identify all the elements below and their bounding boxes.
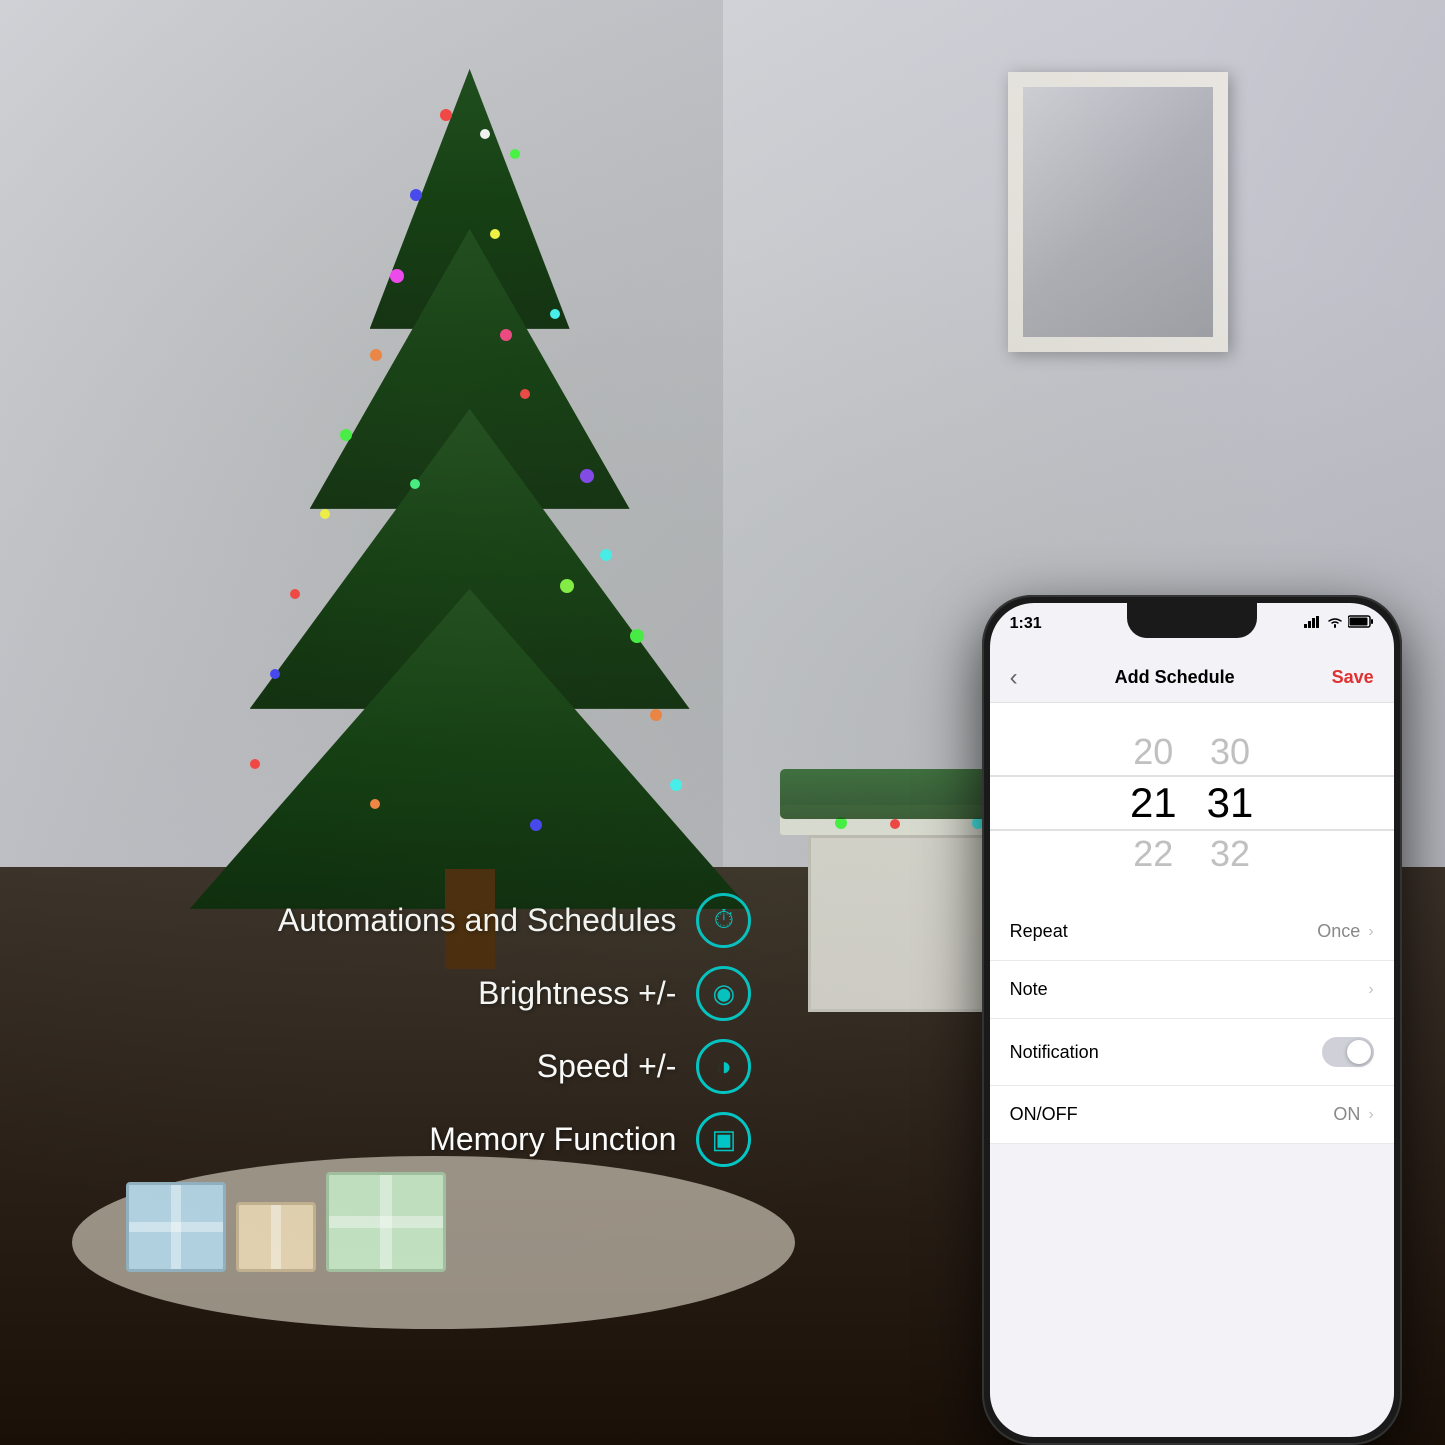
note-chevron: › bbox=[1368, 981, 1373, 999]
note-row[interactable]: Note › bbox=[990, 961, 1394, 1019]
notification-value-group bbox=[1322, 1037, 1374, 1067]
hour-column[interactable]: 20 21 22 bbox=[1130, 734, 1177, 872]
feature-speed-label: Speed +/- bbox=[537, 1048, 677, 1085]
tree-light bbox=[480, 129, 490, 139]
tree-light bbox=[250, 759, 260, 769]
tree-light bbox=[600, 549, 612, 561]
feature-brightness: Brightness +/- ◉ bbox=[173, 966, 751, 1021]
status-icons bbox=[1304, 615, 1374, 628]
gift-box-3 bbox=[326, 1172, 446, 1272]
note-value-group: › bbox=[1368, 981, 1373, 999]
signal-icon bbox=[1304, 616, 1322, 628]
time-picker[interactable]: 20 21 22 30 31 32 bbox=[990, 703, 1394, 903]
onoff-label: ON/OFF bbox=[1010, 1104, 1078, 1125]
wifi-icon bbox=[1327, 616, 1343, 628]
note-label: Note bbox=[1010, 979, 1048, 1000]
minute-30: 30 bbox=[1210, 734, 1250, 770]
hour-21: 21 bbox=[1130, 782, 1177, 824]
feature-automations: Automations and Schedules ⏱ bbox=[173, 893, 751, 948]
minute-31: 31 bbox=[1207, 782, 1254, 824]
battery-icon bbox=[1348, 615, 1374, 628]
gift-box-2 bbox=[236, 1202, 316, 1272]
feature-automations-icon: ⏱ bbox=[696, 893, 751, 948]
save-button[interactable]: Save bbox=[1332, 667, 1374, 688]
feature-brightness-icon: ◉ bbox=[696, 966, 751, 1021]
tree-light bbox=[490, 229, 500, 239]
back-button[interactable]: ‹ bbox=[1010, 664, 1018, 692]
onoff-chevron: › bbox=[1368, 1106, 1373, 1124]
minute-32: 32 bbox=[1210, 836, 1250, 872]
tree-light bbox=[670, 779, 682, 791]
feature-speed: Speed +/- ◑ bbox=[173, 1039, 751, 1094]
feature-automations-label: Automations and Schedules bbox=[278, 902, 676, 939]
tree-light bbox=[440, 109, 452, 121]
tree-light bbox=[410, 479, 420, 489]
feature-memory-icon: ▣ bbox=[696, 1112, 751, 1167]
tree-light bbox=[500, 329, 512, 341]
phone-notch bbox=[1127, 603, 1257, 638]
feature-speed-icon: ◑ bbox=[696, 1039, 751, 1094]
repeat-chevron: › bbox=[1368, 923, 1373, 941]
picture-frame bbox=[1008, 72, 1228, 352]
repeat-value-group: Once › bbox=[1317, 921, 1373, 942]
hour-22: 22 bbox=[1133, 836, 1173, 872]
onoff-value-group: ON › bbox=[1333, 1104, 1373, 1125]
minute-column[interactable]: 30 31 32 bbox=[1207, 734, 1254, 872]
tree-light bbox=[390, 269, 404, 283]
notification-toggle[interactable] bbox=[1322, 1037, 1374, 1067]
tree-light bbox=[370, 799, 380, 809]
tree-light bbox=[630, 629, 644, 643]
tree-light bbox=[550, 309, 560, 319]
phone-body: 1:31 bbox=[982, 595, 1402, 1445]
status-time: 1:31 bbox=[1010, 615, 1042, 633]
toggle-knob bbox=[1347, 1040, 1371, 1064]
settings-section: Repeat Once › Note › Notification bbox=[990, 903, 1394, 1144]
repeat-value: Once bbox=[1317, 921, 1360, 942]
picture-inner bbox=[1023, 87, 1213, 337]
tree-light bbox=[290, 589, 300, 599]
tree-light bbox=[650, 709, 662, 721]
feature-memory: Memory Function ▣ bbox=[173, 1112, 751, 1167]
tree-light bbox=[530, 819, 542, 831]
phone-screen: 1:31 bbox=[990, 603, 1394, 1437]
tree-light bbox=[510, 149, 520, 159]
repeat-label: Repeat bbox=[1010, 921, 1068, 942]
gift-box-1 bbox=[126, 1182, 226, 1272]
hour-20: 20 bbox=[1133, 734, 1173, 770]
time-picker-inner: 20 21 22 30 31 32 bbox=[1130, 734, 1253, 872]
tree-light bbox=[370, 349, 382, 361]
tree-light bbox=[340, 429, 352, 441]
onoff-row[interactable]: ON/OFF ON › bbox=[990, 1086, 1394, 1144]
tree-light bbox=[320, 509, 330, 519]
notification-label: Notification bbox=[1010, 1042, 1099, 1063]
phone-container: 1:31 bbox=[982, 595, 1402, 1445]
repeat-row[interactable]: Repeat Once › bbox=[990, 903, 1394, 961]
tree-bottom-layer bbox=[190, 589, 750, 909]
tree-light bbox=[580, 469, 594, 483]
notification-row[interactable]: Notification bbox=[990, 1019, 1394, 1086]
feature-brightness-label: Brightness +/- bbox=[478, 975, 676, 1012]
features-overlay: Automations and Schedules ⏱ Brightness +… bbox=[173, 893, 751, 1185]
tree-light bbox=[410, 189, 422, 201]
nav-bar: ‹ Add Schedule Save bbox=[990, 653, 1394, 703]
feature-memory-label: Memory Function bbox=[429, 1121, 676, 1158]
page-title: Add Schedule bbox=[1115, 667, 1235, 688]
tree-light bbox=[270, 669, 280, 679]
tree-light bbox=[520, 389, 530, 399]
onoff-value: ON bbox=[1333, 1104, 1360, 1125]
tree-light bbox=[560, 579, 574, 593]
